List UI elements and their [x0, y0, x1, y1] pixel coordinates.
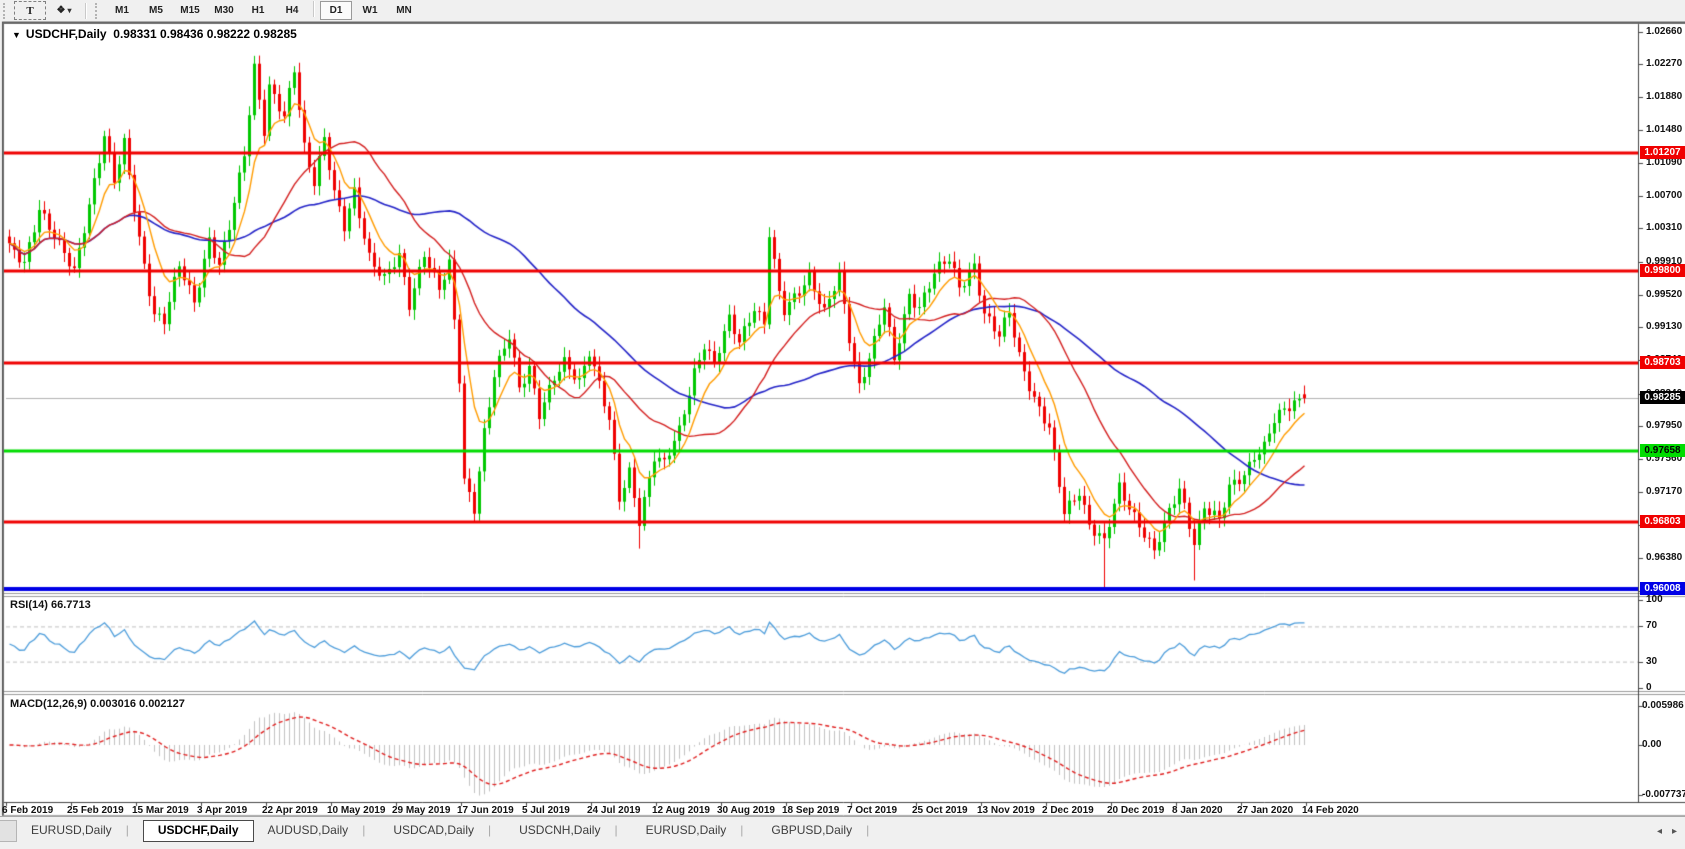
timeframe-button-m30[interactable]: M30 — [208, 1, 240, 20]
timeframe-button-m1[interactable]: M1 — [106, 1, 138, 20]
chevron-down-icon[interactable]: ▾ — [67, 6, 71, 15]
chart-tab-bar: EURUSD,Daily|USDCHF,DailyAUDUSD,Daily|US… — [0, 816, 1685, 849]
toolbar-separator — [85, 3, 87, 19]
toolbar-grip[interactable] — [95, 3, 101, 19]
toolbar-grip[interactable] — [3, 3, 9, 19]
timeframe-button-mn[interactable]: MN — [388, 1, 420, 20]
timeframe-button-group: M1M5M15M30H1H4 D1W1MN — [106, 1, 420, 20]
chart-tab-usdcad-3[interactable]: USDCAD,Daily| — [379, 820, 505, 841]
tab-scroll-arrows: ◂ ▸ — [1657, 826, 1677, 837]
tab-divider: | — [614, 823, 617, 837]
tab-divider: | — [866, 823, 869, 837]
tab-divider: | — [362, 823, 365, 837]
top-toolbar: T ❖ ▾ M1M5M15M30H1H4 D1W1MN — [0, 0, 1685, 21]
timeframe-button-h4[interactable]: H4 — [276, 1, 308, 20]
timeframe-button-m5[interactable]: M5 — [140, 1, 172, 20]
scroll-tabs-left-icon[interactable]: ◂ — [1657, 826, 1662, 837]
chart-tab-eurusd-0[interactable]: EURUSD,Daily| — [17, 820, 143, 841]
tab-divider: | — [126, 823, 129, 837]
chart-tab-gbpusd-6[interactable]: GBPUSD,Daily| — [757, 820, 883, 841]
chart-tab-eurusd-5[interactable]: EURUSD,Daily| — [632, 820, 758, 841]
chart-tab-audusd-2[interactable]: AUDUSD,Daily| — [254, 820, 380, 841]
chart-tab-usdcnh-4[interactable]: USDCNH,Daily| — [505, 820, 631, 841]
scroll-tabs-right-icon[interactable]: ▸ — [1672, 826, 1677, 837]
toolbar-separator — [313, 1, 315, 17]
tabs-holder: EURUSD,Daily|USDCHF,DailyAUDUSD,Daily|US… — [17, 817, 883, 842]
timeframe-button-h1[interactable]: H1 — [242, 1, 274, 20]
timeframe-button-w1[interactable]: W1 — [354, 1, 386, 20]
arrange-windows-button[interactable]: ❖ ▾ — [48, 1, 80, 20]
timeframe-button-m15[interactable]: M15 — [174, 1, 206, 20]
tab-strip-notch — [0, 820, 17, 842]
text-tool-button[interactable]: T — [14, 1, 46, 20]
mt4-window: { "toolbar": { "text_tool_label": "T", "… — [0, 0, 1685, 849]
price-chart-canvas[interactable] — [0, 0, 1685, 849]
arrange-windows-icon: ❖ — [57, 5, 66, 16]
tab-divider: | — [740, 823, 743, 837]
chart-tab-usdchf-1[interactable]: USDCHF,Daily — [143, 820, 254, 842]
timeframe-button-d1[interactable]: D1 — [320, 1, 352, 20]
tab-divider: | — [488, 823, 491, 837]
